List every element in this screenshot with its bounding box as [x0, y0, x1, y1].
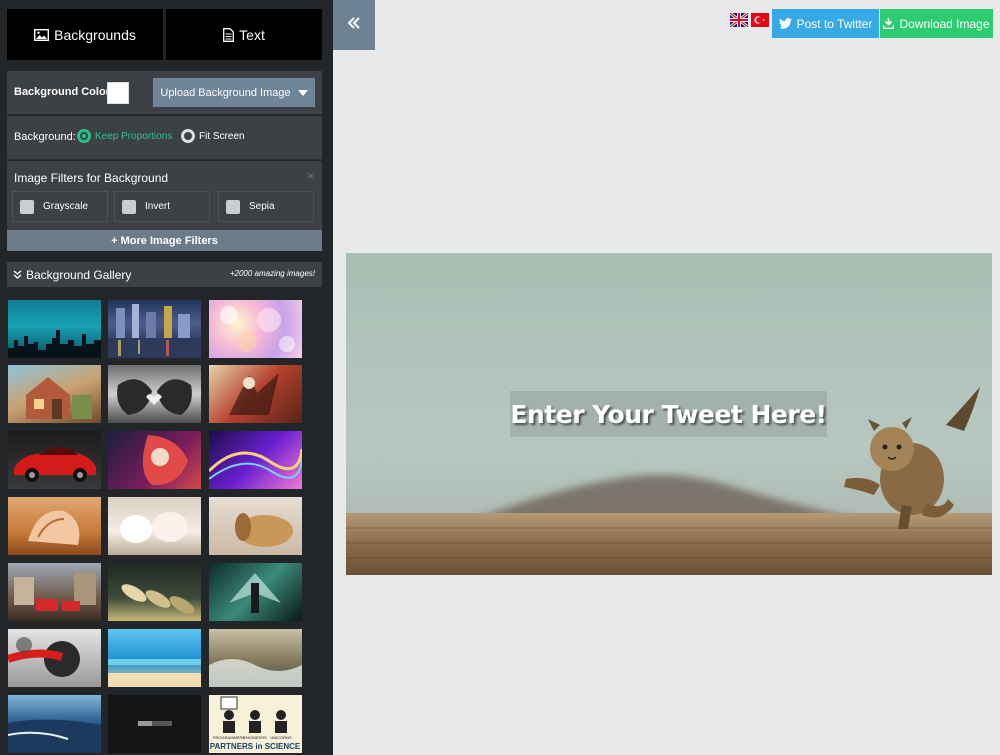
close-icon[interactable]: ×	[307, 169, 314, 183]
gallery-thumb-city-skyline-teal[interactable]	[8, 300, 101, 358]
tab-text[interactable]: Text	[166, 9, 322, 60]
background-gallery-title: Background Gallery	[26, 267, 132, 282]
gallery-thumb-sleeping-dog[interactable]	[209, 497, 302, 555]
radio-keep-proportions[interactable]: Keep Proportions	[77, 129, 172, 143]
sidebar: Backgrounds Text Background Color: Uploa…	[0, 0, 333, 755]
more-image-filters-button[interactable]: + More Image Filters	[7, 230, 322, 251]
flag-uk-icon[interactable]	[730, 13, 748, 27]
background-mode-label: Background:	[14, 131, 76, 143]
filter-grayscale-label: Grayscale	[43, 201, 89, 212]
gallery-thumb-red-paint-face[interactable]	[8, 629, 101, 687]
partners-label-programmers: PROGRAMMERS	[213, 735, 246, 740]
caret-down-icon	[297, 89, 308, 96]
gallery-thumb-purple-light-waves[interactable]	[209, 431, 302, 489]
checkbox-icon	[20, 199, 34, 214]
upload-background-button[interactable]: Upload Background Image	[153, 78, 315, 107]
radio-keep-proportions-label: Keep Proportions	[95, 130, 173, 142]
double-chevron-left-icon	[347, 16, 361, 35]
flag-turkey-icon[interactable]	[751, 13, 769, 27]
gallery-thumb-red-sports-car[interactable]	[8, 431, 101, 489]
collapse-sidebar-button[interactable]	[333, 0, 375, 50]
download-image-button[interactable]: Download Image	[880, 9, 993, 38]
post-to-twitter-label: Post to Twitter	[796, 16, 873, 31]
image-filters-title: Image Filters for Background	[14, 171, 169, 185]
gallery-thumb-tropical-sea[interactable]	[108, 629, 201, 687]
partners-label-engineers: ENGINEERS	[243, 735, 267, 740]
download-icon	[883, 18, 895, 29]
background-color-swatch[interactable]	[107, 82, 129, 104]
background-gallery-header[interactable]: Background Gallery +2000 amazing images!	[7, 262, 322, 287]
partners-label-unicorns: UNICORNS	[270, 735, 292, 740]
image-icon	[34, 28, 50, 41]
tab-bar: Backgrounds Text	[7, 9, 322, 60]
tab-backgrounds[interactable]: Backgrounds	[7, 9, 163, 60]
gallery-thumb-city-street-buses[interactable]	[8, 563, 101, 621]
gallery-thumb-shoes-row[interactable]	[108, 563, 201, 621]
tweet-text-overlay[interactable]: Enter Your Tweet Here!	[510, 391, 827, 437]
gallery-thumb-angel-warrior[interactable]	[209, 563, 302, 621]
download-image-label: Download Image	[899, 16, 990, 31]
background-color-row: Background Color: Upload Background Imag…	[7, 71, 322, 115]
tab-backgrounds-label: Backgrounds	[54, 26, 136, 43]
gallery-count-text: +2000 amazing images!	[229, 269, 315, 278]
image-filters-panel: Image Filters for Background × Grayscale…	[7, 161, 322, 251]
partners-caption: PARTNERS in SCIENCE	[210, 742, 301, 751]
filter-sepia[interactable]: Sepia	[218, 191, 314, 222]
gallery-thumb-fantasy-house[interactable]	[8, 365, 101, 423]
gallery-thumb-dark-loading[interactable]	[108, 695, 201, 753]
post-to-twitter-button[interactable]: Post to Twitter	[772, 9, 879, 38]
twitter-bird-icon	[778, 18, 792, 29]
checkbox-icon	[122, 199, 136, 214]
checkbox-icon	[226, 199, 240, 214]
filter-sepia-label: Sepia	[249, 201, 275, 212]
gallery-thumb-anime-fighters[interactable]	[209, 365, 302, 423]
filter-invert-label: Invert	[145, 201, 171, 212]
gallery-thumb-city-night-lights[interactable]	[108, 300, 201, 358]
filter-invert[interactable]: Invert	[114, 191, 210, 222]
background-color-label: Background Color:	[14, 86, 114, 98]
tweet-image-canvas[interactable]: Enter Your Tweet Here!	[346, 253, 992, 575]
radio-fit-screen[interactable]: Fit Screen	[181, 129, 245, 143]
gallery-thumb-white-kittens[interactable]	[108, 497, 201, 555]
gallery-thumb-ocean-waves[interactable]	[209, 629, 302, 687]
background-mode-row: Background: Keep Proportions Fit Screen	[7, 116, 322, 160]
gallery-thumb-sneakers-heart[interactable]	[108, 365, 201, 423]
document-icon	[223, 27, 235, 42]
radio-fit-screen-label: Fit Screen	[199, 130, 245, 142]
upload-background-label: Upload Background Image	[160, 86, 291, 99]
gallery-thumb-partners-in-science[interactable]: PROGRAMMERS ENGINEERS UNICORNS PARTNERS …	[209, 695, 302, 753]
gallery-thumb-seashell-beach[interactable]	[8, 497, 101, 555]
gallery-thumb-anime-girl-red-hair[interactable]	[108, 431, 201, 489]
radio-unchecked-icon	[181, 129, 195, 143]
gallery-thumb-bokeh-pastel[interactable]	[209, 300, 302, 358]
radio-checked-icon	[77, 129, 91, 143]
double-chevron-down-icon	[13, 270, 22, 279]
gallery-thumb-coast-sunset[interactable]	[8, 695, 101, 753]
filter-grayscale[interactable]: Grayscale	[12, 191, 108, 222]
tab-text-label: Text	[239, 26, 265, 43]
